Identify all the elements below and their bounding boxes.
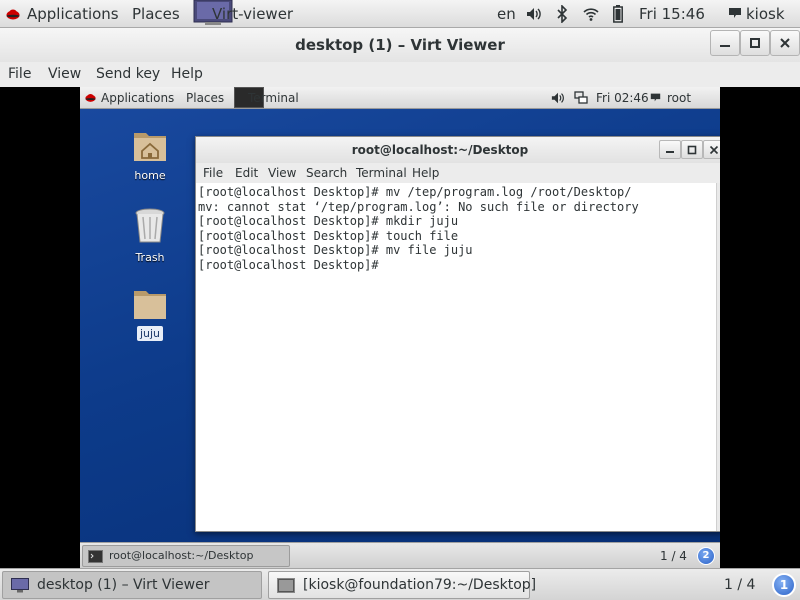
terminal-icon (88, 550, 103, 563)
applications-menu[interactable]: Applications (27, 0, 119, 28)
desktop-icon-home[interactable]: home (120, 129, 180, 183)
minimize-button[interactable] (710, 30, 740, 56)
terminal-line: [root@localhost Desktop]# mkdir juju (198, 214, 459, 228)
guest-bottom-panel: root@localhost:~/Desktop 1 / 4 2 (80, 542, 720, 568)
terminal-menu-search[interactable]: Search (306, 163, 347, 183)
workspace-indicator[interactable]: 1 / 4 (724, 569, 755, 600)
virt-viewer-icon (11, 578, 29, 593)
guest-user-menu[interactable]: root (667, 87, 691, 109)
taskbar-virt-viewer-label: desktop (1) – Virt Viewer (37, 577, 210, 593)
terminal-maximize-button[interactable] (681, 140, 703, 159)
terminal-menu-view[interactable]: View (268, 163, 296, 183)
terminal-minimize-button[interactable] (659, 140, 681, 159)
guest-workspace-indicator[interactable]: 1 / 4 (660, 543, 687, 568)
desktop-icon-label: juju (136, 326, 164, 341)
minimize-icon (666, 151, 674, 153)
window-title: desktop (1) – Virt Viewer (295, 36, 505, 54)
desktop-icon-label: home (134, 169, 166, 182)
terminal-menu-help[interactable]: Help (412, 163, 439, 183)
terminal-icon (277, 578, 295, 593)
maximize-button[interactable] (740, 30, 770, 56)
terminal-menubar: File Edit View Search Terminal Help (196, 163, 720, 183)
taskbar-virt-viewer[interactable]: desktop (1) – Virt Viewer (2, 571, 262, 599)
display-icon[interactable] (574, 91, 588, 105)
taskbar-terminal-label: [kiosk@foundation79:~/Desktop] (303, 577, 537, 593)
desktop-icon-trash[interactable]: Trash (120, 207, 180, 265)
window-titlebar[interactable]: desktop (1) – Virt Viewer (0, 28, 800, 62)
guest-top-panel: Applications Places Terminal Fri 02:46 r… (80, 87, 720, 109)
user-icon (650, 93, 661, 102)
clock[interactable]: Fri 15:46 (639, 0, 705, 28)
terminal-output[interactable]: [root@localhost Desktop]# mv /tep/progra… (196, 183, 716, 531)
guest-notification-badge[interactable]: 2 (697, 547, 715, 565)
menubar: File View Send key Help (0, 62, 800, 87)
terminal-window[interactable]: root@localhost:~/Desktop File Edit View … (195, 136, 720, 532)
host-top-panel: Applications Places Virt-viewer en Fri 1… (0, 0, 800, 28)
redhat-icon (85, 93, 96, 102)
guest-display[interactable]: Applications Places Terminal Fri 02:46 r… (80, 87, 720, 568)
maximize-icon (687, 145, 697, 155)
terminal-scrollbar[interactable] (716, 183, 720, 531)
guest-active-app-menu[interactable]: Terminal (248, 87, 299, 109)
menu-file[interactable]: File (8, 62, 31, 87)
menu-help[interactable]: Help (171, 62, 203, 87)
guest-applications-menu[interactable]: Applications (101, 87, 174, 109)
notification-badge[interactable]: 1 (772, 573, 796, 597)
terminal-menu-file[interactable]: File (203, 163, 223, 183)
terminal-prompt[interactable]: [root@localhost Desktop]# (198, 258, 714, 273)
volume-icon[interactable] (551, 91, 565, 105)
places-menu[interactable]: Places (132, 0, 180, 28)
terminal-line: [root@localhost Desktop]# touch file (198, 228, 459, 243)
guest-taskbar-terminal[interactable]: root@localhost:~/Desktop (82, 545, 290, 567)
user-icon (729, 8, 741, 18)
user-menu[interactable]: kiosk (746, 0, 785, 28)
terminal-close-button[interactable] (703, 140, 720, 159)
maximize-icon (750, 38, 760, 48)
terminal-line: mv: cannot stat ‘/tep/program.log’: No s… (198, 199, 639, 214)
close-icon (780, 38, 790, 48)
terminal-menu-terminal[interactable]: Terminal (356, 163, 407, 183)
volume-icon[interactable] (526, 6, 542, 22)
menu-view[interactable]: View (48, 62, 81, 87)
trash-icon (135, 208, 165, 243)
guest-places-menu[interactable]: Places (186, 87, 224, 109)
folder-icon (134, 291, 166, 319)
host-bottom-panel: desktop (1) – Virt Viewer [kiosk@foundat… (0, 568, 800, 600)
terminal-menu-edit[interactable]: Edit (235, 163, 258, 183)
terminal-titlebar[interactable]: root@localhost:~/Desktop (196, 137, 720, 163)
close-button[interactable] (770, 30, 800, 56)
menu-send-key[interactable]: Send key (96, 62, 160, 87)
active-app-menu[interactable]: Virt-viewer (212, 0, 293, 28)
terminal-line: [root@localhost Desktop]# mv file juju (198, 243, 473, 257)
desktop-icon-label: Trash (135, 251, 165, 264)
redhat-icon (6, 9, 20, 20)
battery-icon[interactable] (613, 5, 623, 23)
close-icon (709, 145, 719, 155)
home-folder-icon (134, 133, 166, 161)
terminal-title: root@localhost:~/Desktop (351, 143, 529, 157)
wifi-icon[interactable] (583, 6, 599, 22)
language-indicator[interactable]: en (497, 0, 516, 28)
terminal-line: [root@localhost Desktop]# mv /tep/progra… (198, 185, 632, 199)
guest-taskbar-terminal-label: root@localhost:~/Desktop (109, 549, 254, 562)
desktop-icon-juju[interactable]: juju (120, 289, 180, 341)
guest-clock[interactable]: Fri 02:46 (596, 87, 649, 109)
minimize-icon (720, 45, 730, 47)
taskbar-terminal[interactable]: [kiosk@foundation79:~/Desktop] (268, 571, 536, 599)
bluetooth-icon[interactable] (556, 5, 568, 23)
